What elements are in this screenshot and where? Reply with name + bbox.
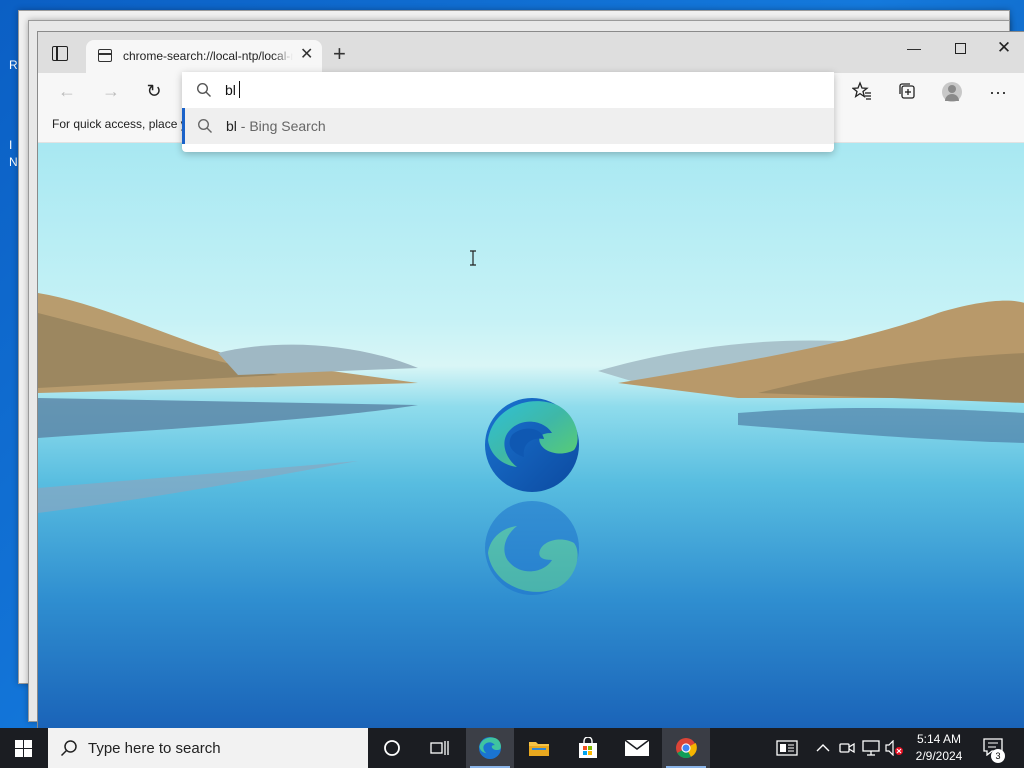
page-icon [98, 49, 112, 62]
volume-muted-icon [885, 740, 903, 756]
clock-time: 5:14 AM [916, 732, 962, 746]
new-tab-button[interactable]: + [333, 43, 346, 65]
task-view-icon [430, 741, 449, 755]
chevron-up-icon [816, 744, 830, 752]
collections-button[interactable] [896, 81, 918, 103]
desktop-icon-label[interactable]: I [9, 138, 12, 152]
profile-icon [942, 82, 962, 102]
favorites-button[interactable] [851, 81, 873, 103]
edge-logo-reflection [485, 501, 579, 595]
store-button[interactable] [564, 728, 612, 768]
edge-logo [485, 398, 579, 492]
maximize-icon [954, 43, 966, 54]
chrome-taskbar-button[interactable] [662, 728, 710, 768]
mail-button[interactable] [613, 728, 661, 768]
network-button[interactable] [861, 728, 881, 768]
search-icon [196, 82, 211, 97]
address-input[interactable] [225, 80, 815, 100]
start-button[interactable] [0, 728, 48, 768]
search-icon [60, 740, 77, 757]
favorites-bar-hint: For quick access, place y [52, 117, 187, 131]
suggestion-description: - Bing Search [236, 118, 326, 134]
show-hidden-icons-button[interactable] [814, 728, 832, 768]
meet-now-button[interactable] [838, 728, 856, 768]
desktop-icon-label[interactable]: R [9, 58, 18, 72]
file-explorer-icon [529, 742, 549, 756]
close-window-button[interactable]: ✕ [994, 38, 1014, 58]
tab-new-tab[interactable]: chrome-search://local-ntp/local-ntp.html… [86, 40, 322, 73]
favorites-icon [851, 81, 871, 100]
text-cursor-icon [470, 250, 476, 266]
desktop-icon-label[interactable]: N [9, 155, 18, 169]
windows-start-icon [15, 740, 32, 757]
mail-icon [625, 740, 649, 756]
meet-now-icon [839, 742, 855, 754]
more-button[interactable]: ··· [987, 81, 1009, 103]
clock-date: 2/9/2024 [915, 749, 963, 763]
network-icon [862, 740, 880, 756]
volume-button[interactable] [884, 728, 904, 768]
taskbar-search-placeholder: Type here to search [88, 740, 221, 757]
news-button[interactable] [772, 728, 802, 768]
taskbar: Type here to search 5:14 AM 2/9/2024 3 [0, 728, 1024, 768]
tab-title: chrome-search://local-ntp/local-ntp.html [123, 49, 293, 63]
collections-icon [899, 83, 915, 99]
taskbar-search[interactable]: Type here to search [48, 728, 368, 768]
back-button[interactable]: ← [57, 81, 77, 101]
edge-taskbar-button[interactable] [466, 728, 514, 768]
cortana-icon [384, 740, 400, 756]
search-icon [197, 118, 212, 133]
suggestion-text: bl - Bing Search [226, 118, 326, 134]
forward-button[interactable]: → [101, 81, 121, 101]
refresh-button[interactable]: ↻ [144, 81, 164, 101]
text-caret [239, 81, 240, 98]
edge-icon [478, 736, 502, 760]
news-icon [776, 740, 798, 756]
notification-count-badge: 3 [991, 749, 1005, 763]
system-clock[interactable]: 5:14 AM 2/9/2024 [904, 731, 974, 765]
maximize-button[interactable] [950, 38, 970, 58]
profile-button[interactable] [941, 81, 963, 103]
search-suggestion[interactable]: bl - Bing Search [182, 108, 834, 144]
suggestion-query: bl [226, 118, 237, 134]
store-icon [579, 737, 597, 758]
chrome-icon [676, 738, 697, 759]
address-bar[interactable] [182, 72, 834, 108]
minimize-button[interactable]: — [904, 38, 924, 58]
new-tab-page[interactable] [38, 143, 1024, 729]
tab-close-button[interactable]: ✕ [300, 47, 313, 63]
cortana-button[interactable] [368, 728, 416, 768]
address-bar-dropdown: bl - Bing Search [182, 72, 834, 152]
title-bar[interactable]: chrome-search://local-ntp/local-ntp.html… [38, 32, 1024, 73]
task-view-button[interactable] [416, 728, 464, 768]
tab-actions-icon[interactable] [50, 44, 70, 62]
file-explorer-button[interactable] [515, 728, 563, 768]
